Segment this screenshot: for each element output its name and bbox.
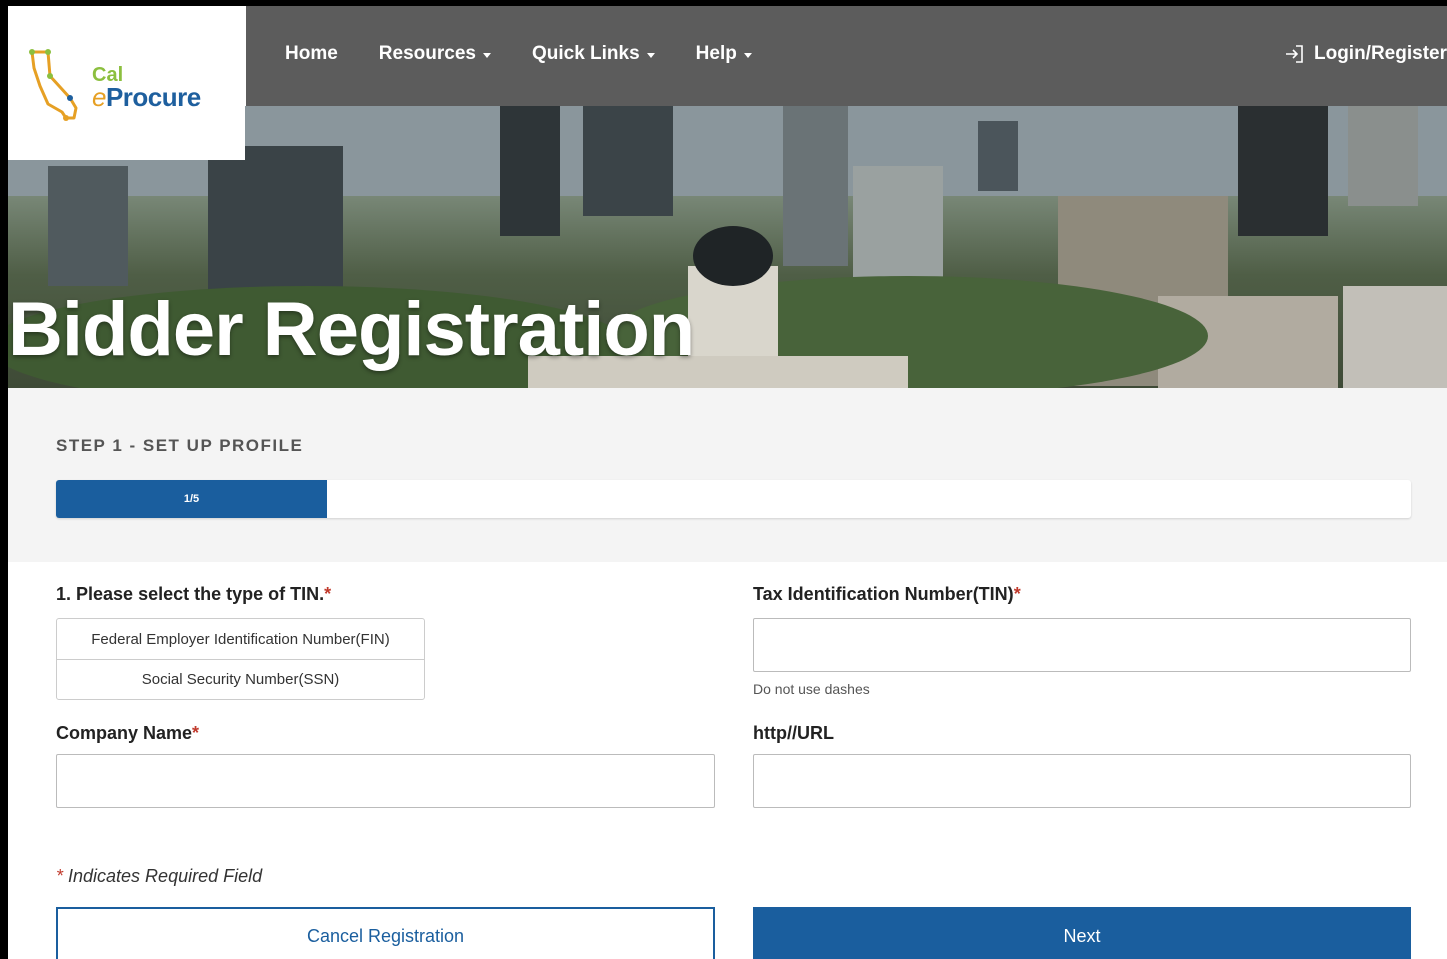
tin-type-selector: Federal Employer Identification Number(F…	[56, 618, 425, 700]
logo-eprocure-text: eProcure	[92, 82, 201, 112]
tin-option-ssn[interactable]: Social Security Number(SSN)	[57, 659, 424, 699]
nav-quick-links[interactable]: Quick Links	[532, 43, 655, 65]
nav-resources[interactable]: Resources	[379, 43, 491, 65]
progress-bar: 1/5	[56, 480, 1411, 518]
nav-help[interactable]: Help	[696, 43, 752, 65]
top-navbar: Home Resources Quick Links Help Login/Re…	[246, 6, 1447, 106]
url-label: http//URL	[753, 723, 834, 743]
tin-input[interactable]	[753, 618, 1411, 672]
page-title: Bidder Registration	[8, 287, 695, 372]
tin-type-label: 1. Please select the type of TIN.*	[56, 584, 332, 604]
login-register-link[interactable]: Login/Register	[1284, 43, 1447, 65]
cancel-registration-button[interactable]: Cancel Registration	[56, 907, 715, 959]
company-name-input[interactable]	[56, 754, 715, 808]
caret-down-icon	[482, 52, 491, 58]
progress-section: STEP 1 - SET UP PROFILE 1/5	[8, 388, 1447, 562]
tin-label: Tax Identification Number(TIN)*	[753, 584, 1021, 604]
california-outline-icon	[29, 49, 78, 121]
tin-option-fin[interactable]: Federal Employer Identification Number(F…	[57, 619, 424, 659]
url-input[interactable]	[753, 754, 1411, 808]
sign-in-icon	[1285, 45, 1303, 63]
caret-down-icon	[743, 52, 752, 58]
next-button[interactable]: Next	[753, 907, 1411, 959]
progress-fill: 1/5	[56, 480, 327, 518]
required-field-note: * Indicates Required Field	[56, 866, 263, 886]
step-label: STEP 1 - SET UP PROFILE	[56, 436, 304, 455]
page: Cal eProcure Home Resources Quick Links …	[8, 6, 1447, 959]
nav-home[interactable]: Home	[285, 43, 338, 65]
logo[interactable]: Cal eProcure	[8, 6, 245, 160]
tin-hint: Do not use dashes	[753, 681, 870, 697]
company-name-label: Company Name*	[56, 723, 200, 743]
caret-down-icon	[646, 52, 655, 58]
